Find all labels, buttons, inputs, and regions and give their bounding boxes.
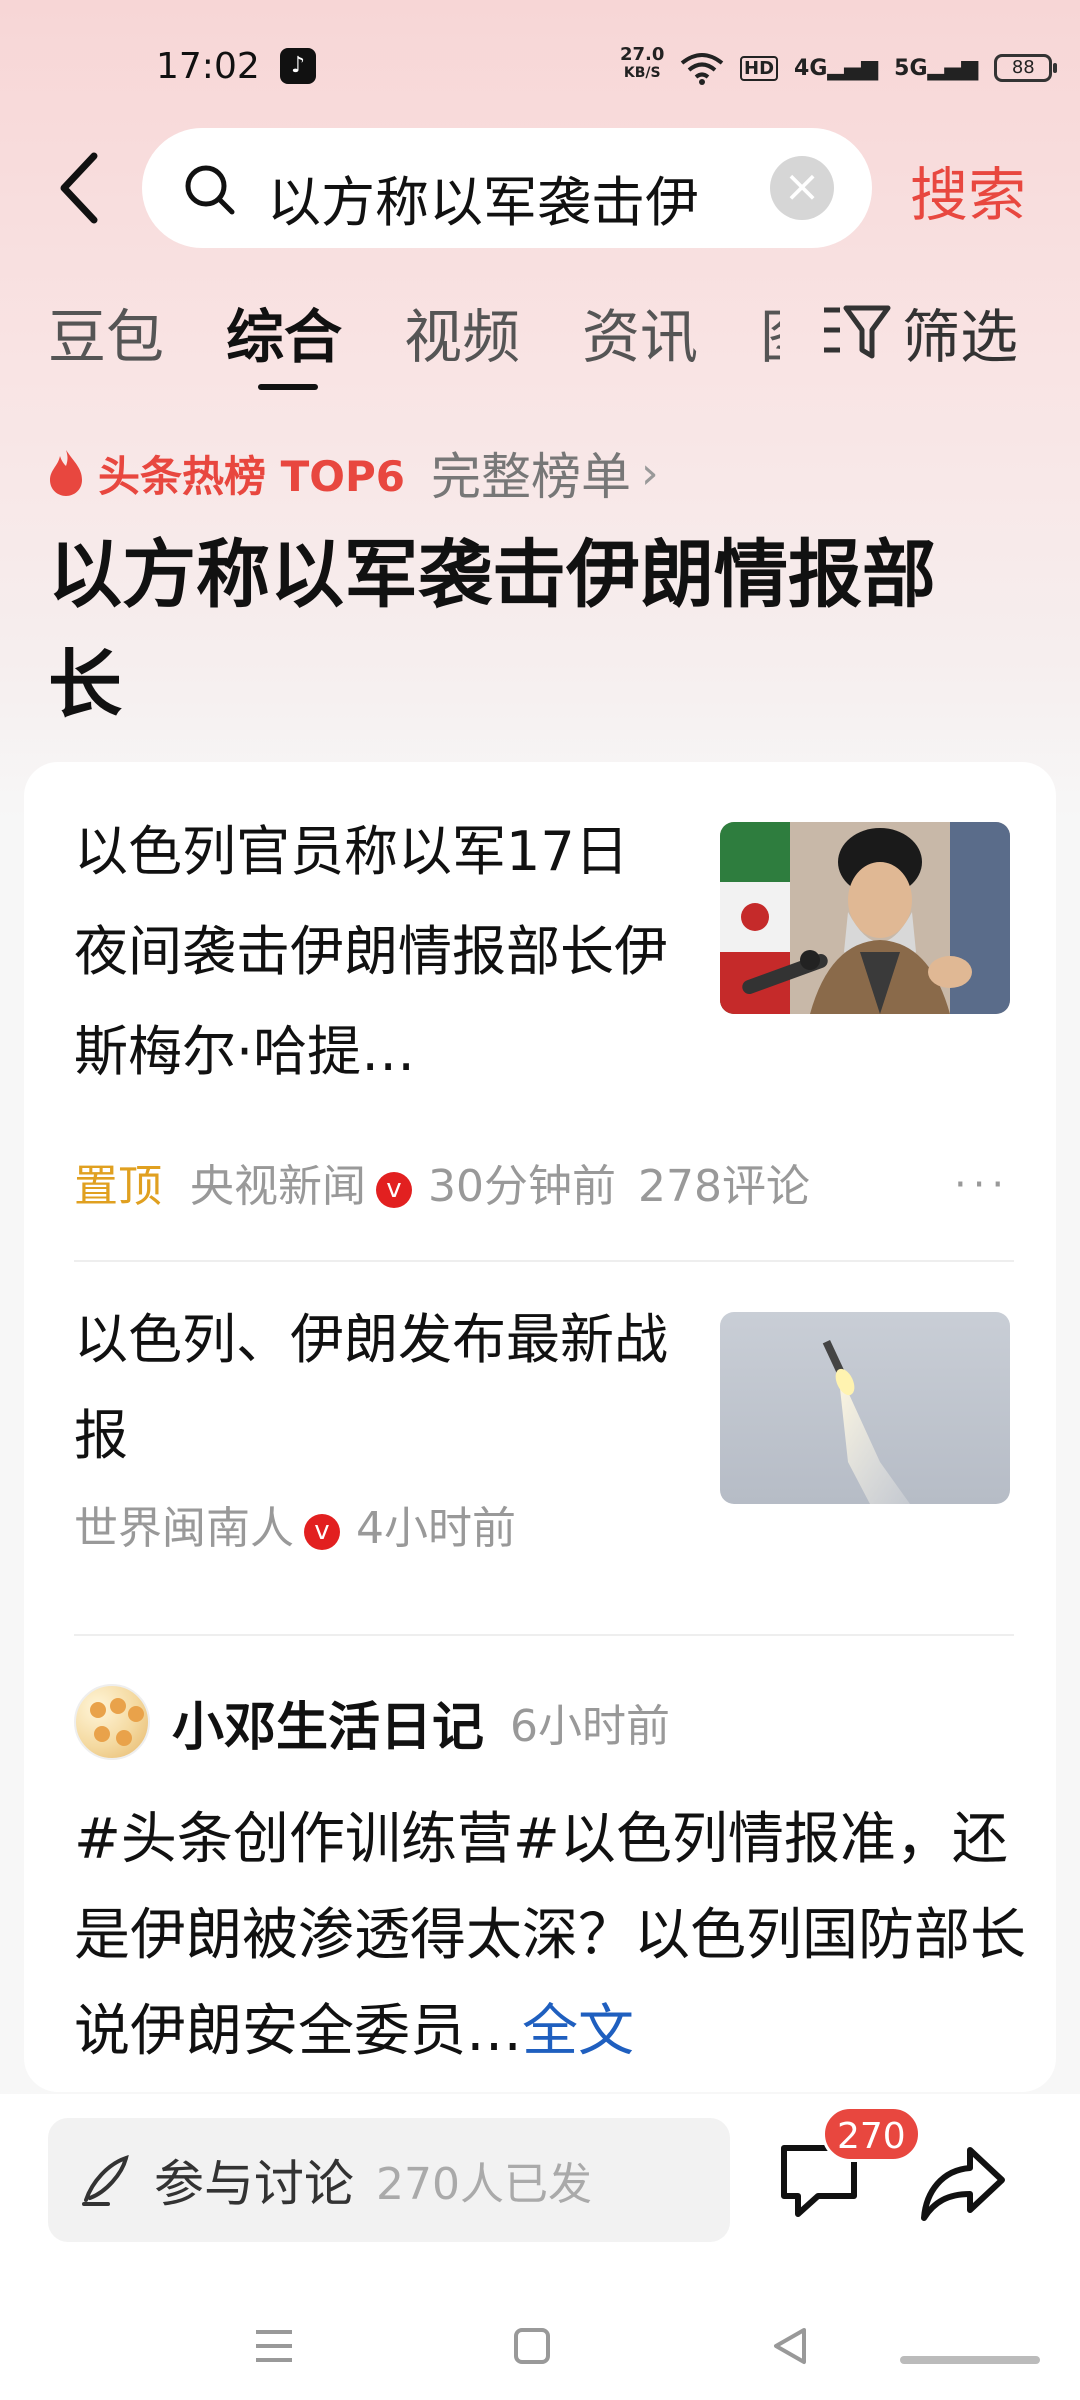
verified-badge-icon: v (376, 1172, 412, 1208)
news-item-1-time: 30分钟前 (428, 1161, 616, 1212)
news-item-1-source[interactable]: 央视新闻 (190, 1150, 366, 1214)
back-button[interactable] (50, 148, 110, 228)
back-nav-icon[interactable] (760, 2316, 820, 2376)
signal-4g-icon: 4G▂▄▆ (794, 55, 879, 81)
news-item-2-title[interactable]: 以色列、伊朗发布最新战报 (74, 1292, 674, 1484)
news-item-1-title[interactable]: 以色列官员称以军17日夜间袭击伊朗情报部长伊斯梅尔·哈提… (74, 802, 674, 1102)
search-icon (185, 165, 235, 215)
post-author-name[interactable]: 小邓生活日记 (172, 1685, 484, 1760)
status-icons: HD 4G▂▄▆ 5G▂▄▆ 88 (680, 48, 1058, 88)
news-item-1-thumbnail[interactable] (720, 822, 1010, 1014)
share-icon[interactable] (918, 2138, 1008, 2228)
home-icon[interactable] (502, 2316, 562, 2376)
hot-list-badge: 头条热榜 TOP6 (98, 451, 405, 501)
news-item-2-meta: 世界闽南人 v 4小时前 (74, 1492, 516, 1556)
network-speed: 27.0 KB/S (620, 46, 664, 82)
active-tab-indicator (258, 384, 318, 390)
divider (74, 1260, 1014, 1262)
discuss-count: 270人已发 (376, 2159, 592, 2210)
signal-5g-label: 5G (894, 55, 928, 81)
news-item-2-source[interactable]: 世界闽南人 (74, 1492, 294, 1556)
tab-images[interactable]: 图 (760, 290, 780, 374)
network-speed-unit: KB/S (623, 65, 661, 81)
system-navigation-bar (0, 2294, 1080, 2400)
filter-label: 筛选 (902, 303, 1019, 371)
tab-video[interactable]: 视频 (404, 290, 520, 374)
avatar[interactable] (74, 1684, 150, 1760)
close-icon: × (783, 161, 821, 212)
results-card: 以色列官员称以军17日夜间袭击伊朗情报部长伊斯梅尔·哈提… 置顶 央视新闻 v … (24, 762, 1056, 2092)
full-list-link[interactable]: 完整榜单 (431, 437, 631, 509)
filter-button[interactable]: 筛选 (820, 290, 1018, 374)
gesture-pill[interactable] (900, 2356, 1040, 2364)
hot-topic-title[interactable]: 以方称以军袭击伊朗情报部长 (48, 520, 1008, 740)
tab-doubao[interactable]: 豆包 (48, 290, 164, 374)
signal-5g-icon: 5G▂▄▆ (894, 55, 979, 81)
status-time: 17:02 (156, 46, 260, 87)
search-box[interactable]: 以方称以军袭击伊 × (142, 128, 872, 248)
filter-icon (824, 305, 891, 359)
tab-news[interactable]: 资讯 (582, 290, 698, 374)
discuss-input[interactable]: 参与讨论 270人已发 (48, 2118, 730, 2242)
post-author-row[interactable]: 小邓生活日记 6小时前 (74, 1682, 670, 1762)
tab-comprehensive[interactable]: 综合 (226, 290, 342, 374)
news-item-1-comments: 278评论 (638, 1161, 810, 1212)
battery-level: 88 (1011, 57, 1035, 78)
more-options-button[interactable]: ··· (954, 1162, 1010, 1208)
news-item-2-thumbnail[interactable] (720, 1312, 1010, 1504)
verified-badge-icon: v (304, 1514, 340, 1550)
hot-list-row[interactable]: 头条热榜 TOP6 完整榜单 › (46, 438, 659, 508)
post-time: 6小时前 (510, 1701, 671, 1752)
news-item-1-meta: 置顶 央视新闻 v 30分钟前 278评论 (74, 1150, 810, 1214)
discuss-label: 参与讨论 (154, 2155, 354, 2213)
flame-icon (50, 450, 82, 496)
hd-icon: HD (740, 55, 779, 81)
cleric-photo-image (720, 822, 1010, 1014)
clear-search-button[interactable]: × (770, 156, 834, 220)
search-input[interactable]: 以方称以军袭击伊 (267, 158, 757, 237)
status-bar: 17:02 ♪ 27.0 KB/S HD 4G▂▄▆ 5G▂▄▆ 88 (0, 0, 1080, 130)
menu-icon[interactable] (244, 2316, 304, 2376)
missile-launch-image (720, 1312, 1010, 1504)
battery-icon: 88 (994, 54, 1058, 82)
comment-count-badge: 270 (822, 2106, 921, 2162)
signal-4g-label: 4G (794, 55, 828, 81)
wifi-icon (680, 53, 724, 85)
full-text-link[interactable]: 全文 (522, 1999, 634, 2064)
search-submit-button[interactable]: 搜索 (910, 148, 1026, 232)
post-body[interactable]: #头条创作训练营#以色列情报准，还是伊朗被渗透得太深？以色列国防部长说伊朗安全委… (74, 1792, 1034, 2080)
tiktok-icon: ♪ (280, 48, 316, 84)
back-arrow-icon (60, 152, 98, 224)
network-speed-value: 27.0 (620, 44, 665, 65)
divider (74, 1634, 1014, 1636)
news-item-2-time: 4小时前 (356, 1503, 516, 1554)
chevron-right-icon: › (640, 447, 659, 499)
pen-icon (82, 2154, 129, 2206)
pinned-label: 置顶 (74, 1161, 162, 1212)
